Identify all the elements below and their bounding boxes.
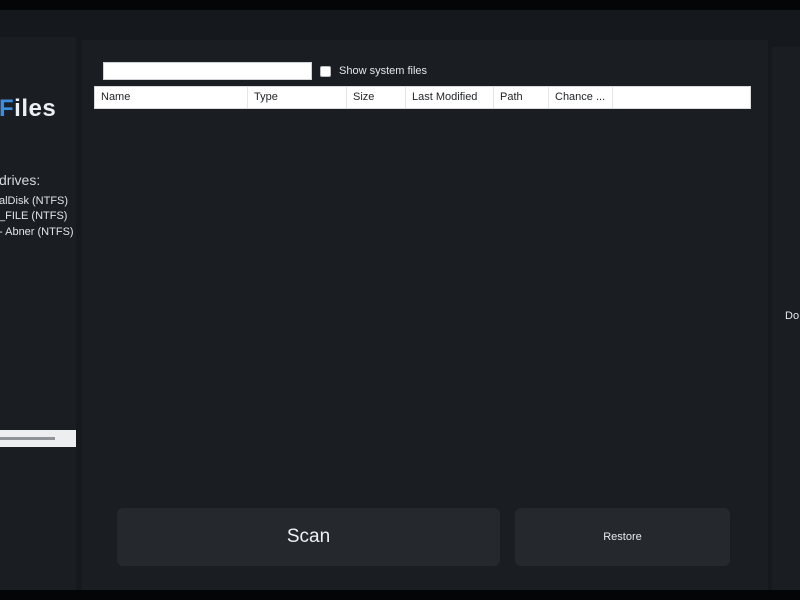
results-table-header: Name Type Size Last Modified Path Chance… — [94, 86, 751, 109]
column-header-type[interactable]: Type — [248, 87, 347, 108]
right-panel-label: Do — [785, 310, 800, 322]
show-system-files-label: Show system files — [339, 65, 428, 77]
drives-label: drives: — [0, 172, 41, 188]
column-header-chance[interactable]: Chance ... — [549, 87, 613, 108]
top-border — [0, 0, 800, 10]
app-logo: Files — [0, 95, 56, 123]
column-header-path[interactable]: Path — [494, 87, 549, 108]
search-input[interactable] — [103, 62, 312, 80]
column-header-size[interactable]: Size — [347, 87, 406, 108]
logo-accent-letter: F — [0, 95, 15, 122]
show-system-files-checkbox[interactable] — [320, 66, 331, 77]
column-header-last-modified[interactable]: Last Modified — [406, 87, 494, 108]
drive-item-3[interactable]: - Abner (NTFS) — [0, 226, 74, 238]
scan-progress-bar — [0, 430, 76, 447]
bottom-border — [0, 590, 800, 600]
column-header-name[interactable]: Name — [95, 87, 248, 108]
scan-button[interactable]: Scan — [117, 508, 500, 566]
logo-text: iles — [14, 95, 57, 122]
drive-item-2[interactable]: _FILE (NTFS) — [0, 210, 67, 222]
scan-progress-fill — [0, 437, 56, 440]
drive-item-1[interactable]: alDisk (NTFS) — [0, 195, 68, 207]
restore-button[interactable]: Restore — [515, 508, 730, 566]
